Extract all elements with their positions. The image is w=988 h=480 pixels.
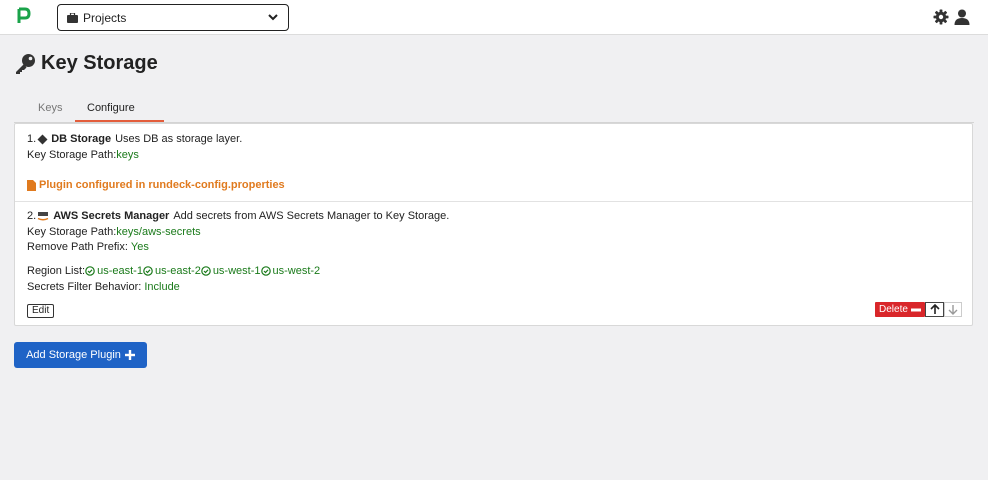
delete-label: Delete	[879, 304, 908, 315]
path-label: Key Storage Path:	[27, 226, 117, 238]
file-icon	[27, 179, 36, 191]
move-down-button[interactable]	[944, 302, 962, 317]
tab-keys[interactable]: Keys	[38, 102, 62, 114]
rundeck-logo-icon[interactable]	[16, 6, 32, 28]
config-note: Plugin configured in rundeck-config.prop…	[27, 179, 285, 191]
filter-value: Include	[144, 281, 180, 293]
plugin-header: 1. DB Storage Uses DB as storage layer.	[27, 133, 242, 145]
user-icon[interactable]	[954, 9, 970, 25]
plugin-header: 2. AWS Secrets Manager Add secrets from …	[27, 210, 449, 222]
page-header: Key Storage	[14, 52, 158, 75]
move-up-button[interactable]	[925, 302, 944, 317]
path-label: Key Storage Path:	[27, 149, 117, 161]
region-item: us-east-1	[97, 265, 143, 277]
region-label: Region List:	[27, 265, 86, 277]
delete-button[interactable]: Delete	[875, 302, 925, 317]
check-circle-icon	[85, 266, 95, 276]
check-circle-icon	[143, 266, 153, 276]
plugin-name: DB Storage	[51, 133, 112, 145]
region-item: us-east-2	[154, 265, 201, 277]
region-item: us-west-1	[212, 265, 261, 277]
projects-dropdown[interactable]: Projects	[57, 4, 289, 31]
active-tab-indicator	[75, 120, 164, 122]
path-value: keys	[116, 149, 139, 161]
config-note-text: Plugin configured in rundeck-config.prop…	[39, 179, 285, 191]
check-circle-icon	[260, 266, 271, 276]
prefix-label: Remove Path Prefix:	[27, 241, 128, 253]
key-storage-path: Key Storage Path: keys/aws-secrets	[27, 226, 201, 238]
plugin-db-storage: 1. DB Storage Uses DB as storage layer. …	[15, 124, 972, 202]
top-navbar: Projects	[0, 0, 988, 35]
arrow-up-icon	[929, 304, 940, 314]
page-title: Key Storage	[41, 52, 158, 74]
plus-icon	[124, 350, 135, 360]
briefcase-icon	[67, 12, 78, 23]
plugin-name: AWS Secrets Manager	[53, 210, 170, 222]
filter-label: Secrets Filter Behavior:	[27, 281, 142, 293]
add-storage-plugin-label: Add Storage Plugin	[26, 349, 121, 361]
chevron-down-icon	[268, 14, 278, 21]
tab-configure[interactable]: Configure	[87, 102, 135, 114]
prefix-value: Yes	[130, 241, 149, 253]
add-storage-plugin-button[interactable]: Add Storage Plugin	[14, 342, 147, 368]
gear-icon[interactable]	[933, 9, 949, 25]
plugin-description: Add secrets from AWS Secrets Manager to …	[173, 210, 450, 222]
key-icon	[16, 53, 35, 74]
secrets-filter-behavior: Secrets Filter Behavior: Include	[27, 281, 180, 293]
projects-label: Projects	[83, 10, 127, 25]
remove-path-prefix: Remove Path Prefix: Yes	[27, 241, 149, 253]
minus-icon	[910, 308, 921, 311]
plugin-index: 1.	[27, 133, 37, 145]
aws-icon	[37, 212, 49, 221]
plugin-index: 2.	[27, 210, 37, 222]
region-list: Region List: us-east-1 us-east-2 us-west…	[27, 265, 320, 277]
edit-button[interactable]: Edit	[27, 304, 55, 318]
region-item: us-west-2	[272, 265, 321, 277]
plugin-description: Uses DB as storage layer.	[115, 133, 243, 145]
diamond-icon	[37, 134, 48, 144]
key-storage-path: Key Storage Path: keys	[27, 149, 139, 161]
check-circle-icon	[201, 266, 211, 276]
storage-plugins-panel: 1. DB Storage Uses DB as storage layer. …	[14, 123, 973, 326]
path-value: keys/aws-secrets	[116, 226, 201, 238]
tab-bar: Keys Configure	[14, 99, 974, 123]
arrow-down-icon	[948, 305, 958, 315]
